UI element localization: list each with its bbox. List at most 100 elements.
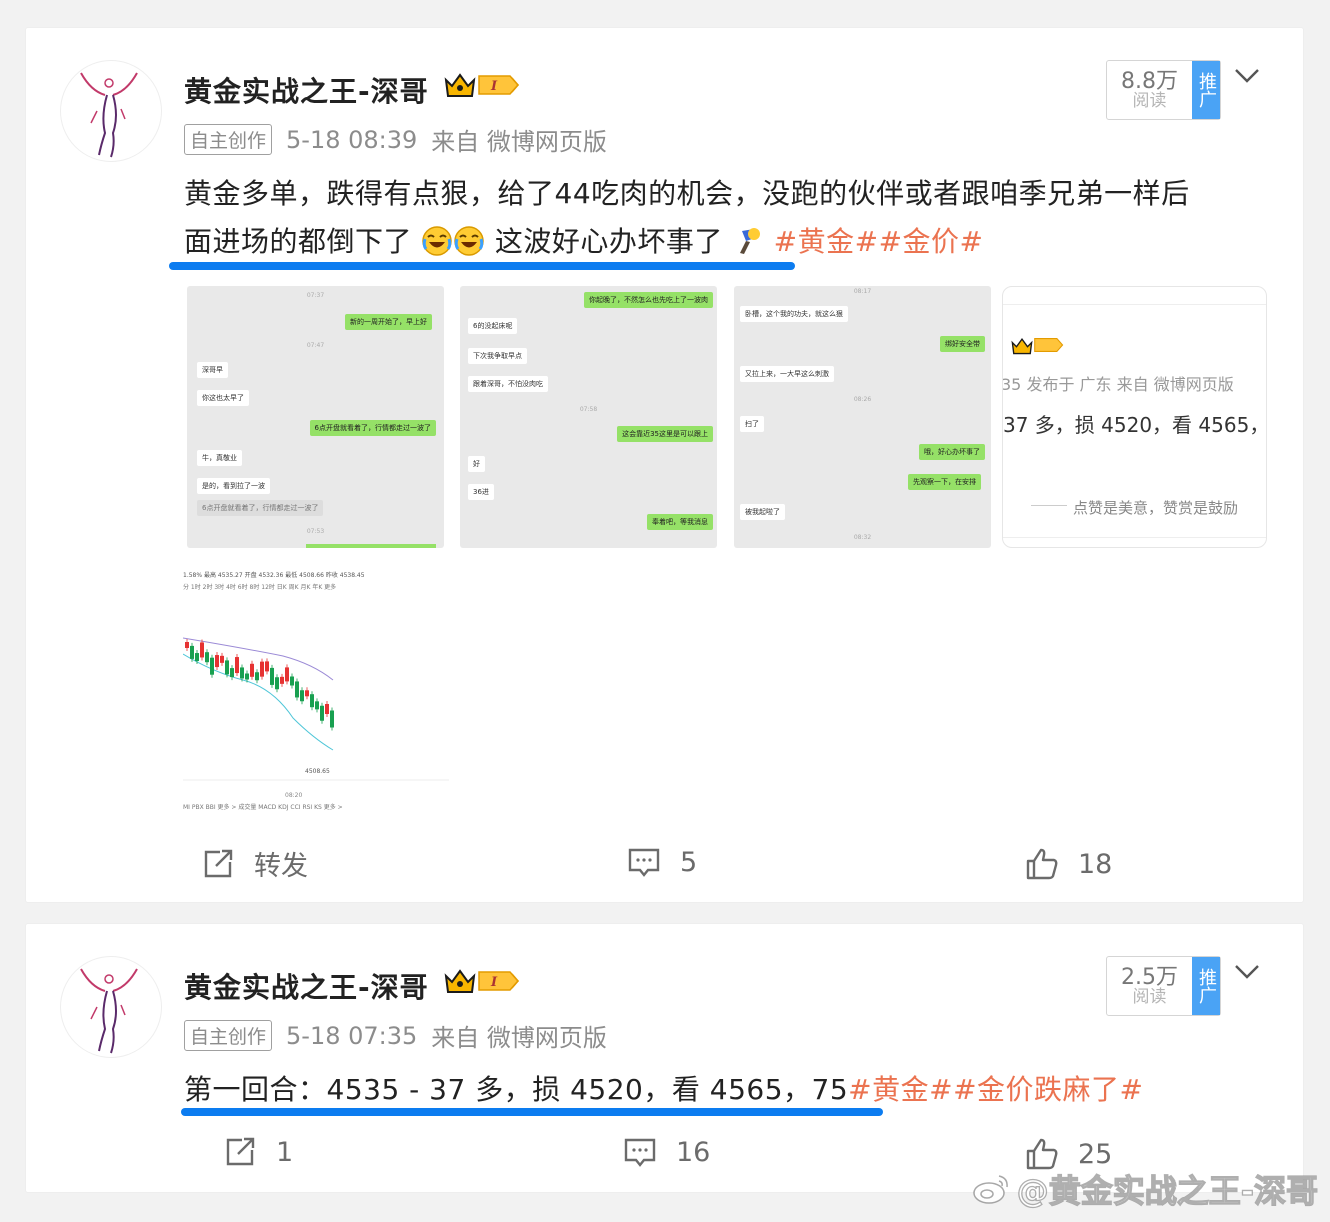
comment-count: 16 (676, 1136, 711, 1168)
chat-time: 07:47 (306, 342, 325, 349)
original-tag: 自主创作 (184, 124, 273, 155)
candle-body (215, 655, 219, 668)
candle-body (315, 701, 319, 710)
view-count-number: 8.8万 (1121, 68, 1178, 94)
chat-bubble: 6点开盘就看着了，行情都走过一波了 (309, 420, 436, 436)
highlight-underline (169, 262, 795, 270)
candle-body (320, 705, 324, 721)
chat-bubble: 牛，真敬业 (197, 450, 242, 466)
candle-body (240, 667, 244, 679)
chat-bubble: 绑好安全带 (940, 336, 985, 352)
avatar[interactable] (60, 956, 162, 1058)
chat-bubble: 先观察一下，在安排 (908, 474, 981, 490)
svg-text:I: I (490, 975, 498, 990)
repost-button[interactable]: 1 (222, 1134, 293, 1170)
hashtag-link[interactable]: #黄金##金价跌麻了# (848, 1073, 1143, 1106)
candle-body (300, 690, 304, 702)
chart-time-label: 08:20 (285, 792, 303, 799)
avatar-logo-icon (80, 968, 138, 1054)
user-badges: I (444, 968, 520, 994)
chat-bubble: 这会靠近35这里是可以跟上 (617, 426, 713, 442)
chat-bubble: 6的没起床呢 (468, 318, 518, 334)
candle-body (205, 652, 209, 663)
chevron-down-icon[interactable] (1233, 962, 1261, 982)
image-thumbnail[interactable]: 08:17 卧槽，这个我的功夫，就这么狠 绑好安全带 又拉上来，一大早这么刺激 … (734, 286, 991, 548)
chat-bubble: 扫了 (740, 416, 764, 432)
view-count-number: 2.5万 (1121, 964, 1178, 990)
view-count-label: 阅读 (1132, 986, 1167, 1007)
repost-icon (226, 1137, 255, 1166)
post-text-segment: 这波好心办坏事了 (494, 225, 723, 258)
chat-bubble: 跟着深哥，不怕没肉吃 (468, 376, 548, 392)
comment-button[interactable]: 5 (626, 844, 697, 880)
avatar[interactable] (60, 60, 162, 162)
crown-icon (444, 969, 476, 993)
candle-body (190, 645, 194, 659)
candlestick-chart (183, 637, 449, 781)
preview-header-bar (1003, 287, 1266, 305)
chat-bubble: 深哥早 (197, 362, 228, 378)
original-tag: 自主创作 (184, 1020, 273, 1051)
promote-button[interactable]: 推广 (1192, 61, 1220, 119)
crown-icon (444, 73, 476, 97)
crying-laughing-emoji-icon (454, 226, 485, 256)
author-name[interactable]: 黄金实战之王-深哥 (184, 70, 429, 110)
post-source: 来自 微博网页版 (431, 1024, 607, 1052)
chat-time: 08:26 (853, 396, 872, 403)
chat-time: 08:17 (853, 288, 872, 295)
image-thumbnail-post-preview[interactable]: 35 发布于 广东 来自 微博网页版 37 多，损 4520，看 4565， 点… (1002, 286, 1267, 548)
promote-button[interactable]: 推广 (1192, 957, 1220, 1015)
comment-button[interactable]: 16 (622, 1134, 710, 1170)
chat-bubble-partial (306, 544, 436, 548)
candle-body (230, 668, 234, 678)
author-name[interactable]: 黄金实战之王-深哥 (184, 966, 429, 1006)
chat-bubble: 36进 (468, 484, 494, 500)
crown-icon (1011, 337, 1033, 355)
preview-footer: 点赞是美意，赞赏是鼓励 (1073, 499, 1239, 517)
highlight-underline (181, 1108, 883, 1116)
candle-body (220, 655, 224, 663)
hashtag-link[interactable]: #黄金##金价# (774, 225, 984, 258)
level-one-icon (1034, 338, 1064, 352)
post-time[interactable]: 5-18 07:35 (286, 1022, 417, 1050)
candle-body (200, 642, 204, 658)
weibo-watermark: @黄金实战之王-深哥 (971, 1166, 1319, 1212)
chat-bubble: 你这也太早了 (197, 390, 249, 406)
preview-text: 37 多，损 4520，看 4565， (1003, 413, 1267, 437)
chat-bubble: 奉着吧，等我消息 (647, 514, 713, 530)
chart-last-price: 4508.65 (305, 768, 330, 775)
promote-label: 推广 (1196, 968, 1217, 1004)
chat-bubble: 新的一周开始了，早上好 (345, 314, 432, 330)
post-card: 黄金实战之王-深哥 I 自主创作 5-18 08:39 来自 微博网页版 8.8… (26, 28, 1303, 902)
chat-time: 07:37 (306, 292, 325, 299)
chat-bubble: 好 (468, 456, 485, 472)
chevron-down-icon[interactable] (1233, 66, 1261, 86)
candle-body (235, 657, 239, 674)
post-text-line2: 面进场的都倒下了 这波好心办坏事了 #黄金##金价# (184, 218, 1264, 266)
chat-bubble: 又拉上来，一大早这么刺激 (740, 366, 834, 382)
candle-body (185, 642, 189, 648)
image-thumbnail[interactable]: 07:37 新的一周开始了，早上好 07:47 深哥早 你这也太早了 6点开盘就… (187, 286, 444, 548)
chat-bubble: 被我起啦了 (740, 504, 785, 520)
repost-button[interactable]: 转发 (200, 844, 308, 883)
user-badges: I (444, 72, 520, 98)
preview-divider (1031, 505, 1067, 506)
view-count-box[interactable]: 2.5万 阅读 推广 (1106, 956, 1221, 1016)
chat-time: 07:58 (579, 406, 598, 413)
image-thumbnail-chart[interactable]: 1.58% 最高 4535.27 开盘 4532.36 最低 4508.66 昨… (183, 568, 449, 820)
chart-indicators: MI PBX BBI 更多 > 成交量 MACD KDJ CCI RSI KS … (183, 804, 343, 811)
like-button[interactable]: 18 (1024, 846, 1112, 882)
repost-label: 转发 (254, 851, 308, 882)
chat-bubble: 是的，看到拉了一波 (197, 478, 270, 494)
post-text-line1: 黄金多单，跌得有点狠，给了44吃肉的机会，没跑的伙伴或者跟咱季兄弟一样后 (184, 177, 1190, 210)
watermark-text: @黄金实战之王-深哥 (1016, 1171, 1319, 1210)
post-text: 第一回合：4535 - 37 多，损 4520，看 4565，75#黄金##金价… (184, 1066, 1144, 1114)
promote-label: 推广 (1196, 72, 1217, 108)
post-time[interactable]: 5-18 08:39 (286, 126, 417, 154)
hair-dryer-emoji-icon (740, 228, 761, 254)
weibo-logo-icon (972, 1175, 1008, 1204)
post-card: 黄金实战之王-深哥 I 自主创作 5-18 07:35 来自 微博网页版 2.5… (26, 924, 1303, 1192)
image-thumbnail[interactable]: 你起晚了，不然怎么也先吃上了一波肉 6的没起床呢 下次我争取早点 跟着深哥，不怕… (460, 286, 717, 548)
view-count-box[interactable]: 8.8万 阅读 推广 (1106, 60, 1221, 120)
comment-count: 5 (680, 846, 698, 878)
